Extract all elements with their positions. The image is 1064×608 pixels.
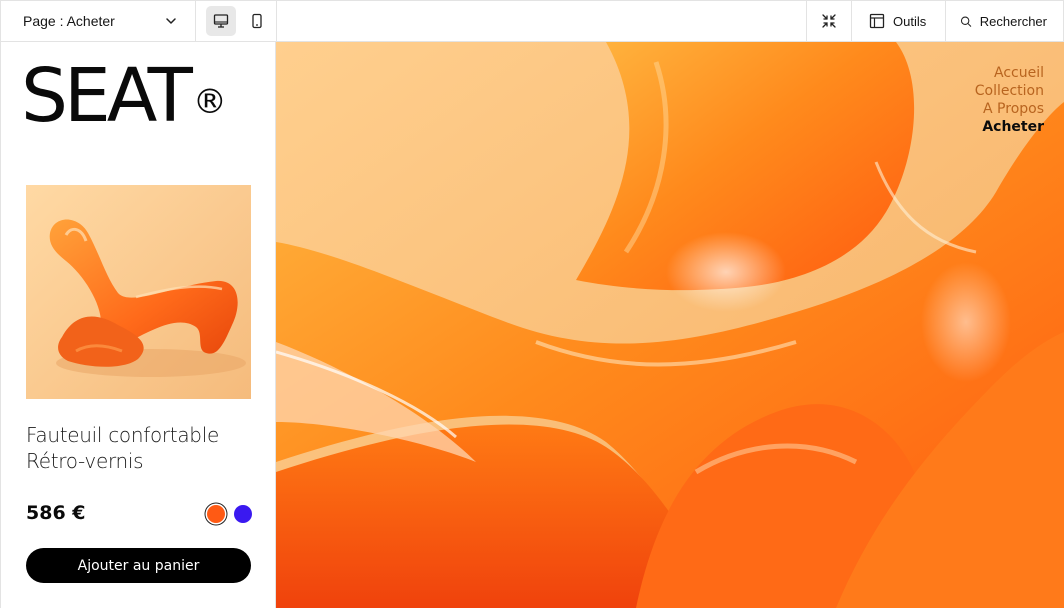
- mobile-icon: [252, 13, 262, 29]
- brand-logo[interactable]: SEAT ®: [21, 53, 227, 139]
- chair-thumbnail-illustration: [26, 185, 251, 399]
- product-price: 586 €: [26, 502, 86, 524]
- add-to-cart-button[interactable]: Ajouter au panier: [26, 548, 251, 583]
- page-selector[interactable]: Page : Acheter: [1, 1, 196, 41]
- chevron-down-icon: [166, 18, 176, 24]
- search-label: Rechercher: [979, 13, 1047, 29]
- tools-label: Outils: [893, 13, 927, 29]
- product-image[interactable]: [26, 185, 251, 399]
- desktop-icon: [213, 14, 229, 28]
- collapse-icon: [822, 14, 836, 28]
- page-selector-label: Page : Acheter: [23, 13, 115, 29]
- swatch-orange[interactable]: [207, 505, 225, 523]
- mobile-view-button[interactable]: [242, 6, 272, 36]
- nav-item-acheter[interactable]: Acheter: [975, 118, 1044, 136]
- product-title-line1: Fauteuil confortable: [26, 423, 219, 447]
- swatch-blue[interactable]: [234, 505, 252, 523]
- device-switcher: [196, 1, 277, 41]
- panel-icon: [869, 13, 885, 29]
- product-title: Fauteuil confortable Rétro-vernis: [26, 422, 266, 474]
- nav-item-collection[interactable]: Collection: [975, 82, 1044, 100]
- hero-image: Accueil Collection A Propos Acheter: [276, 42, 1064, 608]
- product-title-line2: Rétro-vernis: [26, 449, 144, 473]
- brand-name: SEAT: [21, 53, 193, 139]
- brand-mark: ®: [192, 82, 227, 122]
- editor-toolbar: Page : Acheter Outils Rechercher: [0, 0, 1064, 42]
- site-navigation: Accueil Collection A Propos Acheter: [975, 64, 1044, 136]
- tools-button[interactable]: Outils: [851, 1, 945, 41]
- desktop-view-button[interactable]: [206, 6, 236, 36]
- nav-item-accueil[interactable]: Accueil: [975, 64, 1044, 82]
- collapse-button[interactable]: [806, 1, 851, 41]
- search-icon: [960, 16, 972, 27]
- nav-item-a-propos[interactable]: A Propos: [975, 100, 1044, 118]
- product-panel: SEAT ® Fauteuil confortable Rétro-vernis …: [0, 42, 276, 608]
- color-swatches: [207, 505, 252, 523]
- chair-hero-illustration: [276, 42, 1064, 608]
- search-button[interactable]: Rechercher: [945, 1, 1063, 41]
